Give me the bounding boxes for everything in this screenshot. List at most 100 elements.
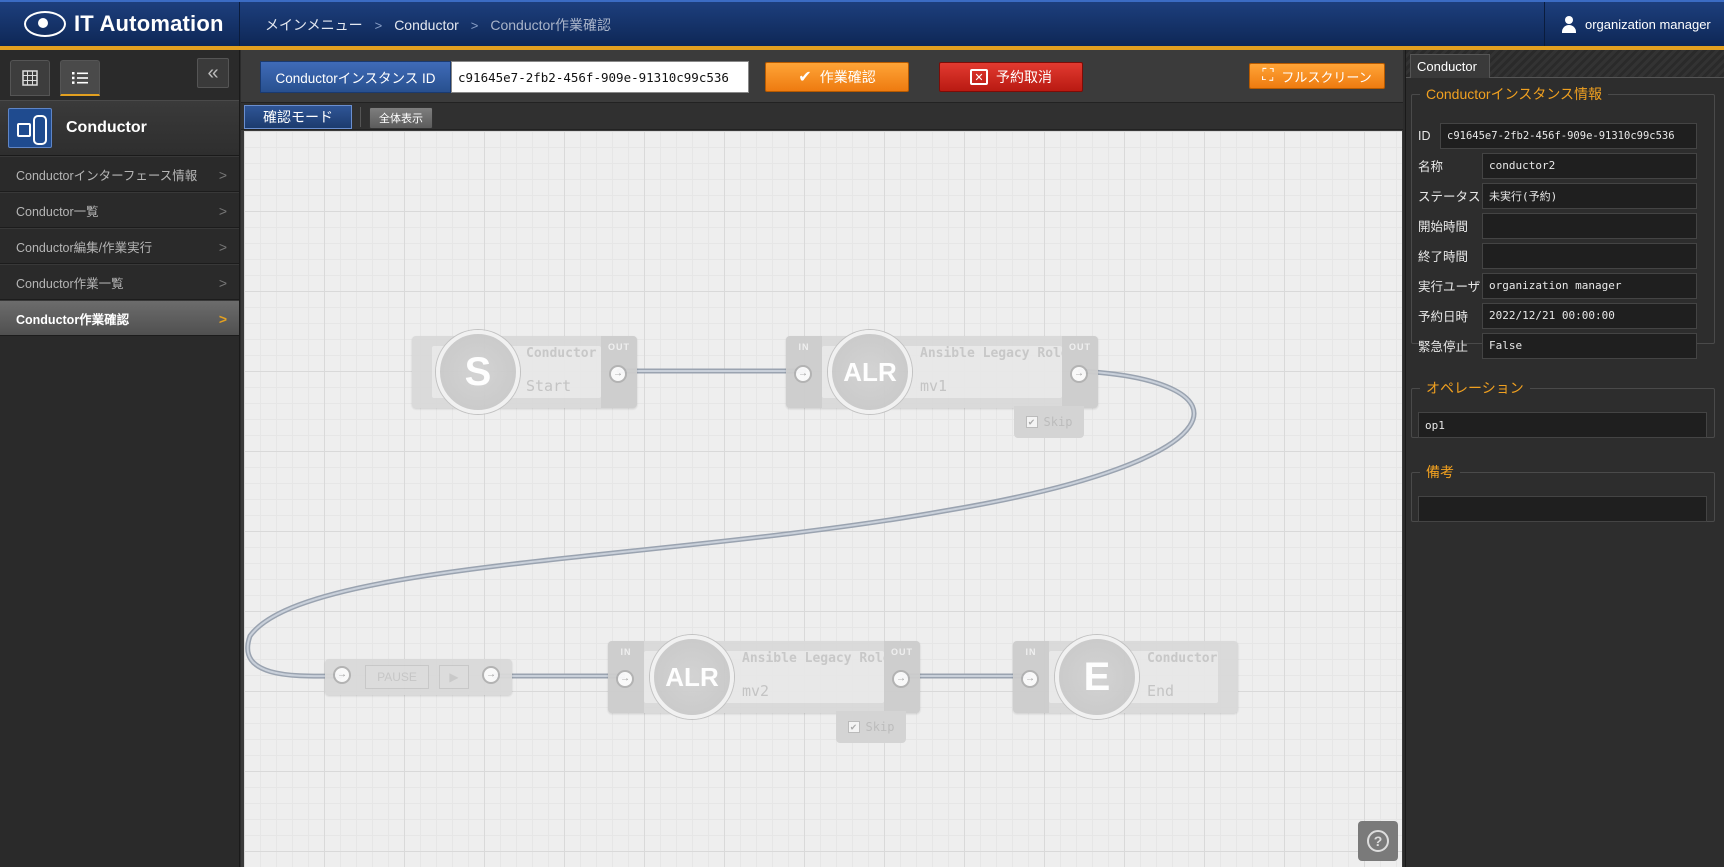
header: IT Automation メインメニュー > Conductor > Cond… (0, 0, 1724, 50)
section-title: オペレーション (1426, 380, 1524, 396)
node-name: End (1147, 682, 1175, 700)
instance-id-input[interactable] (451, 61, 749, 93)
in-connector-icon[interactable]: → (333, 666, 351, 684)
fullscreen-button-label: フルスクリーン (1281, 69, 1372, 85)
fit-all-button[interactable]: 全体表示 (369, 107, 433, 129)
logo-icon (24, 11, 66, 37)
field-label: 開始時間 (1418, 220, 1469, 234)
conductor-icon (8, 108, 52, 148)
user-icon (1561, 15, 1577, 33)
in-port: IN → (786, 336, 822, 408)
operation-section: オペレーション op1 (1411, 378, 1715, 438)
menu-group-conductor[interactable]: Conductor (0, 100, 239, 156)
list-icon (72, 71, 88, 84)
confirm-button[interactable]: ✔ 作業確認 (765, 62, 909, 92)
node-mv1[interactable]: IN → ALR Ansible Legacy Role mv1 OUT → (786, 330, 1098, 414)
out-port-label: OUT (608, 342, 630, 352)
note-value (1418, 496, 1707, 522)
in-connector-icon[interactable]: → (616, 670, 634, 688)
sidebar-item-label: Conductor作業一覧 (16, 276, 124, 291)
app-logo[interactable]: IT Automation (0, 2, 240, 46)
conductor-canvas[interactable]: S Conductor Start OUT → IN → ALR Ansible… (244, 131, 1402, 867)
tab-conductor[interactable]: Conductor (1410, 54, 1490, 78)
in-connector-icon[interactable]: → (794, 365, 812, 383)
field-status: ステータス 未実行(予約) (1418, 182, 1697, 209)
double-chevron-left-icon: « (207, 61, 219, 84)
section-title: Conductorインスタンス情報 (1426, 86, 1603, 102)
chevron-right-icon: > (374, 17, 383, 33)
sidebar-item-job-confirm[interactable]: Conductor作業確認 > (0, 300, 239, 336)
node-type: Ansible Legacy Role (742, 651, 891, 666)
node-type: Ansible Legacy Role (920, 346, 1069, 361)
field-exec-user: 実行ユーザ organization manager (1418, 272, 1697, 299)
fullscreen-icon: ⛶ (1262, 67, 1274, 84)
field-value (1482, 242, 1697, 269)
node-end[interactable]: IN → E Conductor End (1013, 635, 1238, 719)
breadcrumb-main-menu[interactable]: メインメニュー (265, 15, 363, 35)
tab-list-view[interactable] (60, 60, 100, 96)
node-mv2[interactable]: IN → ALR Ansible Legacy Role mv2 OUT → (608, 635, 920, 719)
node-pause[interactable]: → PAUSE ▶ → (325, 659, 512, 695)
cancel-reservation-button[interactable]: ✕ 予約取消 (939, 62, 1083, 92)
out-connector-icon[interactable]: → (892, 670, 910, 688)
field-reserved-time: 予約日時 2022/12/21 00:00:00 (1418, 302, 1697, 329)
help-button[interactable]: ? (1358, 821, 1398, 861)
node-symbol: ALR (650, 635, 734, 719)
confirm-mode-button[interactable]: 確認モード (244, 105, 352, 129)
breadcrumb-conductor[interactable]: Conductor (394, 17, 459, 33)
skip-label: Skip (865, 720, 895, 734)
toolbar: Conductorインスタンス ID ✔ 作業確認 ✕ 予約取消 ⛶ フルスクリ… (241, 50, 1403, 102)
field-id: ID c91645e7-2fb2-456f-909e-91310c99c536 (1418, 122, 1697, 149)
chevron-right-icon: > (218, 275, 227, 291)
field-value: c91645e7-2fb2-456f-909e-91310c99c536 (1440, 122, 1697, 149)
node-name: Start (526, 377, 572, 395)
field-start-time: 開始時間 (1418, 212, 1697, 239)
out-port-label: OUT (1069, 342, 1091, 352)
resume-play-icon[interactable]: ▶ (439, 665, 469, 689)
in-port: IN → (1013, 641, 1049, 713)
app-title: IT Automation (74, 11, 224, 36)
skip-toggle-mv1[interactable]: ✔ Skip (1014, 406, 1084, 438)
sidebar-item-edit[interactable]: Conductor編集/作業実行 > (0, 228, 239, 264)
fullscreen-button[interactable]: ⛶ フルスクリーン (1249, 63, 1385, 89)
node-symbol: E (1055, 635, 1139, 719)
user-menu[interactable]: organization manager (1544, 2, 1724, 46)
node-start[interactable]: S Conductor Start OUT → (412, 330, 637, 414)
out-port: OUT → (601, 336, 637, 408)
skip-toggle-mv2[interactable]: ✔ Skip (836, 711, 906, 743)
chevron-right-icon: > (218, 167, 227, 183)
field-value: conductor2 (1482, 152, 1697, 179)
chevron-right-icon: > (218, 311, 227, 327)
out-port: OUT → (1062, 336, 1098, 408)
info-panel: Conductor Conductorインスタンス情報 ID c91645e7-… (1405, 50, 1724, 867)
out-connector-icon[interactable]: → (1070, 365, 1088, 383)
user-name: organization manager (1585, 16, 1711, 32)
sidebar-item-interface[interactable]: Conductorインターフェース情報 > (0, 156, 239, 192)
field-value: False (1482, 332, 1697, 359)
sidebar-item-job-list[interactable]: Conductor作業一覧 > (0, 264, 239, 300)
node-name: mv2 (742, 682, 770, 700)
section-title: 備考 (1426, 464, 1454, 480)
field-value: 未実行(予約) (1482, 182, 1697, 209)
main-area: Conductorインスタンス ID ✔ 作業確認 ✕ 予約取消 ⛶ フルスクリ… (241, 50, 1403, 867)
field-label: 終了時間 (1418, 250, 1469, 264)
check-icon: ✔ (798, 69, 812, 86)
field-label: 緊急停止 (1418, 340, 1469, 354)
chevron-right-icon: > (218, 239, 227, 255)
out-connector-icon[interactable]: → (609, 365, 627, 383)
sidebar-item-list[interactable]: Conductor一覧 > (0, 192, 239, 228)
operation-value: op1 (1418, 412, 1707, 438)
cancel-button-label: 予約取消 (996, 69, 1052, 85)
field-value (1482, 212, 1697, 239)
out-connector-icon[interactable]: → (482, 666, 500, 684)
collapse-sidebar-button[interactable]: « (197, 58, 229, 88)
field-end-time: 終了時間 (1418, 242, 1697, 269)
field-name: 名称 conductor2 (1418, 152, 1697, 179)
field-emergency-stop: 緊急停止 False (1418, 332, 1697, 359)
instance-id-label: Conductorインスタンス ID (260, 61, 451, 93)
node-symbol: ALR (828, 330, 912, 414)
in-connector-icon[interactable]: → (1021, 670, 1039, 688)
tab-grid-view[interactable] (10, 60, 50, 96)
out-port: OUT → (884, 641, 920, 713)
field-label: 名称 (1418, 160, 1444, 174)
